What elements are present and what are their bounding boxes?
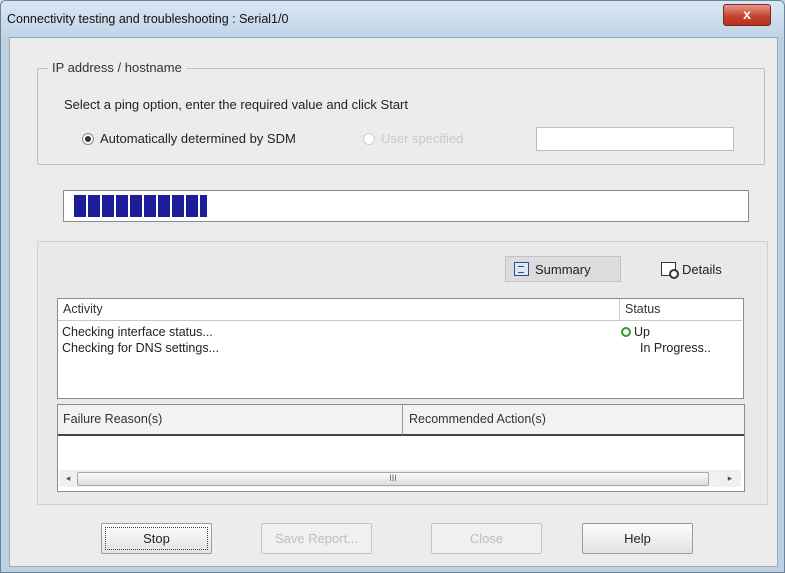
title-bar: Connectivity testing and troubleshooting… bbox=[1, 1, 784, 37]
activity-row: Checking for DNS settings... bbox=[62, 341, 220, 355]
user-specified-label[interactable]: User specified bbox=[381, 131, 463, 146]
status-cell: Up bbox=[621, 325, 650, 339]
status-column-header[interactable]: Status bbox=[620, 299, 742, 321]
window-title: Connectivity testing and troubleshooting… bbox=[7, 12, 289, 26]
activity-table: Activity Status Checking interface statu… bbox=[57, 298, 744, 399]
user-specified-input[interactable] bbox=[536, 127, 734, 151]
results-panel: Summary Details Activity Status Checking… bbox=[37, 241, 768, 505]
activity-column-header[interactable]: Activity bbox=[58, 299, 620, 321]
status-cell: In Progress.. bbox=[640, 341, 711, 355]
horizontal-scrollbar[interactable]: ◂ III ▸ bbox=[59, 470, 741, 487]
save-report-button[interactable]: Save Report... bbox=[261, 523, 372, 554]
status-text: Up bbox=[634, 325, 650, 339]
failure-table: Failure Reason(s) Recommended Action(s) … bbox=[57, 404, 745, 492]
progress-fill bbox=[74, 195, 207, 217]
auto-determined-radio[interactable] bbox=[82, 133, 94, 145]
status-up-icon bbox=[621, 327, 631, 337]
dialog-window: Connectivity testing and troubleshooting… bbox=[0, 0, 785, 573]
auto-determined-label[interactable]: Automatically determined by SDM bbox=[100, 131, 296, 146]
ping-instruction: Select a ping option, enter the required… bbox=[64, 97, 408, 112]
help-button[interactable]: Help bbox=[582, 523, 693, 554]
details-label: Details bbox=[682, 261, 722, 277]
summary-view-button[interactable]: Summary bbox=[505, 256, 621, 282]
dialog-body: IP address / hostname Select a ping opti… bbox=[9, 37, 778, 567]
summary-icon bbox=[514, 262, 529, 276]
details-view-button[interactable]: Details bbox=[653, 256, 749, 282]
failure-reason-header[interactable]: Failure Reason(s) bbox=[58, 405, 403, 436]
details-icon bbox=[661, 262, 679, 279]
scrollbar-thumb[interactable]: III bbox=[77, 472, 709, 486]
scroll-left-icon[interactable]: ◂ bbox=[61, 471, 75, 485]
close-window-button[interactable]: x bbox=[723, 4, 771, 26]
user-specified-radio[interactable] bbox=[363, 133, 375, 145]
ip-address-group: IP address / hostname Select a ping opti… bbox=[37, 60, 765, 165]
stop-button[interactable]: Stop bbox=[101, 523, 212, 554]
progress-bar bbox=[63, 190, 749, 222]
activity-row: Checking interface status... bbox=[62, 325, 213, 339]
close-button[interactable]: Close bbox=[431, 523, 542, 554]
summary-label: Summary bbox=[535, 261, 591, 277]
recommended-action-header[interactable]: Recommended Action(s) bbox=[403, 405, 744, 436]
ip-group-legend: IP address / hostname bbox=[48, 60, 186, 75]
scroll-right-icon[interactable]: ▸ bbox=[723, 471, 737, 485]
